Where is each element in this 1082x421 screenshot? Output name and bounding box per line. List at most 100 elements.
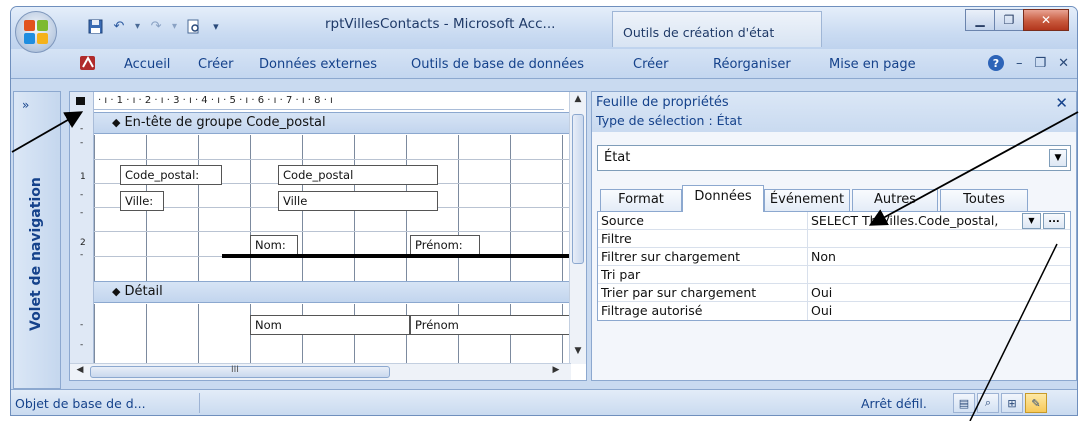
close-button[interactable]: ✕ [1023,9,1069,31]
scroll-up-icon[interactable]: ▲ [572,94,584,108]
property-value[interactable]: Oui [811,303,1011,318]
thumb-grip: III [231,365,239,375]
scroll-lock-status: Arrêt défil. [861,396,927,411]
redo-icon[interactable]: ↷ [148,18,164,34]
layout-view-icon[interactable]: ⊞ [1001,393,1023,413]
property-sheet-header: Feuille de propriétés ✕ Type de sélectio… [592,92,1076,132]
group-header-bar[interactable]: ◆ En-tête de groupe Code_postal [94,112,571,134]
detail-header-label: Détail [124,284,163,299]
tab-evenement[interactable]: Événement [764,189,850,211]
property-value[interactable]: Oui [811,285,1011,300]
tab-outils-base-de-donnees[interactable]: Outils de base de données [411,57,584,72]
help-icon[interactable]: ? [987,55,1004,71]
selection-combo[interactable]: État ▼ [597,145,1071,171]
vertical-scrollbar[interactable]: ▲ ▼ [569,92,586,364]
property-value[interactable]: Non [811,249,1011,264]
scroll-down-icon[interactable]: ▼ [572,346,584,360]
print-preview-icon[interactable] [185,18,201,34]
build-button[interactable]: ... [1043,213,1065,229]
tab-creer-etat[interactable]: Créer [633,57,668,72]
window-title: rptVillesContacts - Microsoft Acc... [325,16,556,32]
undo-icon[interactable]: ↶ [111,18,127,34]
tab-toutes[interactable]: Toutes [940,189,1028,211]
textbox-nom[interactable]: Nom [250,315,410,335]
vruler-tick: 1 [80,172,86,182]
tab-donnees[interactable]: Données [682,185,764,212]
property-row-tri-par[interactable]: Tri par [598,266,1070,284]
undo-dropdown-icon[interactable]: ▾ [135,21,140,32]
label-nom[interactable]: Nom: [250,235,298,255]
horizontal-ruler[interactable]: · ı · 1 · ı · 2 · ı · 3 · ı · 4 · ı · 5 … [94,92,564,110]
report-selector-icon [76,97,85,105]
property-sheet: Feuille de propriétés ✕ Type de sélectio… [591,91,1077,381]
detail-header-bar[interactable]: ◆ Détail [94,281,571,303]
textbox-prenom[interactable]: Prénom [410,315,570,335]
label-ville[interactable]: Ville: [120,191,164,211]
access-icon [79,54,97,72]
textbox-code-postal[interactable]: Code_postal [278,165,438,185]
nav-pane-label[interactable]: Volet de navigation [28,132,44,377]
separator-line[interactable] [222,254,571,258]
property-name: Filtrage autorisé [601,303,703,318]
restore-button[interactable]: ❐ [994,9,1024,31]
vruler-tick: 2 [80,238,86,248]
property-name: Filtrer sur chargement [601,249,741,264]
vertical-scroll-thumb[interactable] [572,114,584,264]
office-button[interactable] [15,11,57,53]
tab-donnees-externes[interactable]: Données externes [259,57,377,72]
scroll-right-icon[interactable]: ▶ [550,365,562,379]
scroll-left-icon[interactable]: ◀ [74,365,86,379]
property-row-source[interactable]: Source SELECT TblVilles.Code_postal, ▼ .… [598,212,1070,230]
chevron-down-icon[interactable]: ▼ [1049,149,1067,167]
group-header-label: En-tête de groupe Code_postal [124,115,326,130]
ribbon-close-icon[interactable]: ✕ [1058,56,1069,71]
redo-dropdown-icon[interactable]: ▾ [172,21,177,32]
restore-icon: ❐ [1003,13,1015,27]
minimize-button[interactable]: ▁ [965,9,995,31]
horizontal-scrollbar[interactable]: ◀ III ▶ [70,363,571,380]
tab-reorganiser[interactable]: Réorganiser [713,57,791,72]
close-icon: ✕ [1040,13,1052,27]
ribbon-right-controls: ? – ❐ ✕ [987,55,1069,71]
close-icon[interactable]: ✕ [1055,94,1068,112]
quick-access-toolbar: ↶ ▾ ↷ ▾ ▾ [87,15,219,37]
view-switcher: ▤ ⌕ ⊞ ✎ [953,393,1047,413]
report-selector[interactable] [70,92,94,110]
design-canvas[interactable]: ◆ En-tête de groupe Code_postal Code_post… [94,110,571,364]
office-logo-icon [24,20,48,44]
property-value-source[interactable]: SELECT TblVilles.Code_postal, [811,213,1011,228]
ribbon-minimize-icon[interactable]: – [1016,56,1023,71]
navigation-pane[interactable]: » Volet de navigation [13,91,61,389]
ribbon-restore-icon[interactable]: ❐ [1034,56,1046,71]
nav-pane-toggle[interactable]: » [22,98,29,112]
vertical-ruler[interactable]: - - 1 - - 2 - - - [70,110,94,364]
print-preview-view-icon[interactable]: ⌕ [977,393,999,413]
customize-qat-icon[interactable]: ▾ [213,20,219,33]
section-arrow-icon: ◆ [112,285,121,298]
property-row-filtrage-autorise[interactable]: Filtrage autorisé Oui [598,302,1070,320]
window-controls: ▁ ❐ ✕ [965,9,1069,31]
tab-accueil[interactable]: Accueil [124,57,170,72]
label-prenom[interactable]: Prénom: [410,235,480,255]
tab-creer[interactable]: Créer [198,57,233,72]
horizontal-scroll-thumb[interactable]: III [90,365,390,378]
chevron-down-icon[interactable]: ▼ [1022,213,1041,229]
tab-format[interactable]: Format [600,189,682,211]
tab-autres[interactable]: Autres [852,189,938,211]
title-bar: ↶ ▾ ↷ ▾ ▾ rptVillesContacts - Microsoft … [11,7,1077,53]
contextual-tab-label: Outils de création d'état [623,25,775,40]
property-name: Trier par sur chargement [601,285,757,300]
property-row-filtrer-chargement[interactable]: Filtrer sur chargement Non [598,248,1070,266]
property-name: Source [601,213,644,228]
property-row-filtre[interactable]: Filtre [598,230,1070,248]
save-icon[interactable] [87,18,103,34]
ribbon-tab-bar: Accueil Créer Données externes Outils de… [11,49,1077,79]
property-sheet-title: Feuille de propriétés [596,95,729,110]
property-row-trier-chargement[interactable]: Trier par sur chargement Oui [598,284,1070,302]
report-view-icon[interactable]: ▤ [953,393,975,413]
selection-type-label: Type de sélection : État [596,113,742,128]
label-code-postal[interactable]: Code_postal: [120,165,222,185]
tab-mise-en-page[interactable]: Mise en page [829,57,916,72]
design-view-icon[interactable]: ✎ [1025,393,1047,413]
textbox-ville[interactable]: Ville [278,191,438,211]
